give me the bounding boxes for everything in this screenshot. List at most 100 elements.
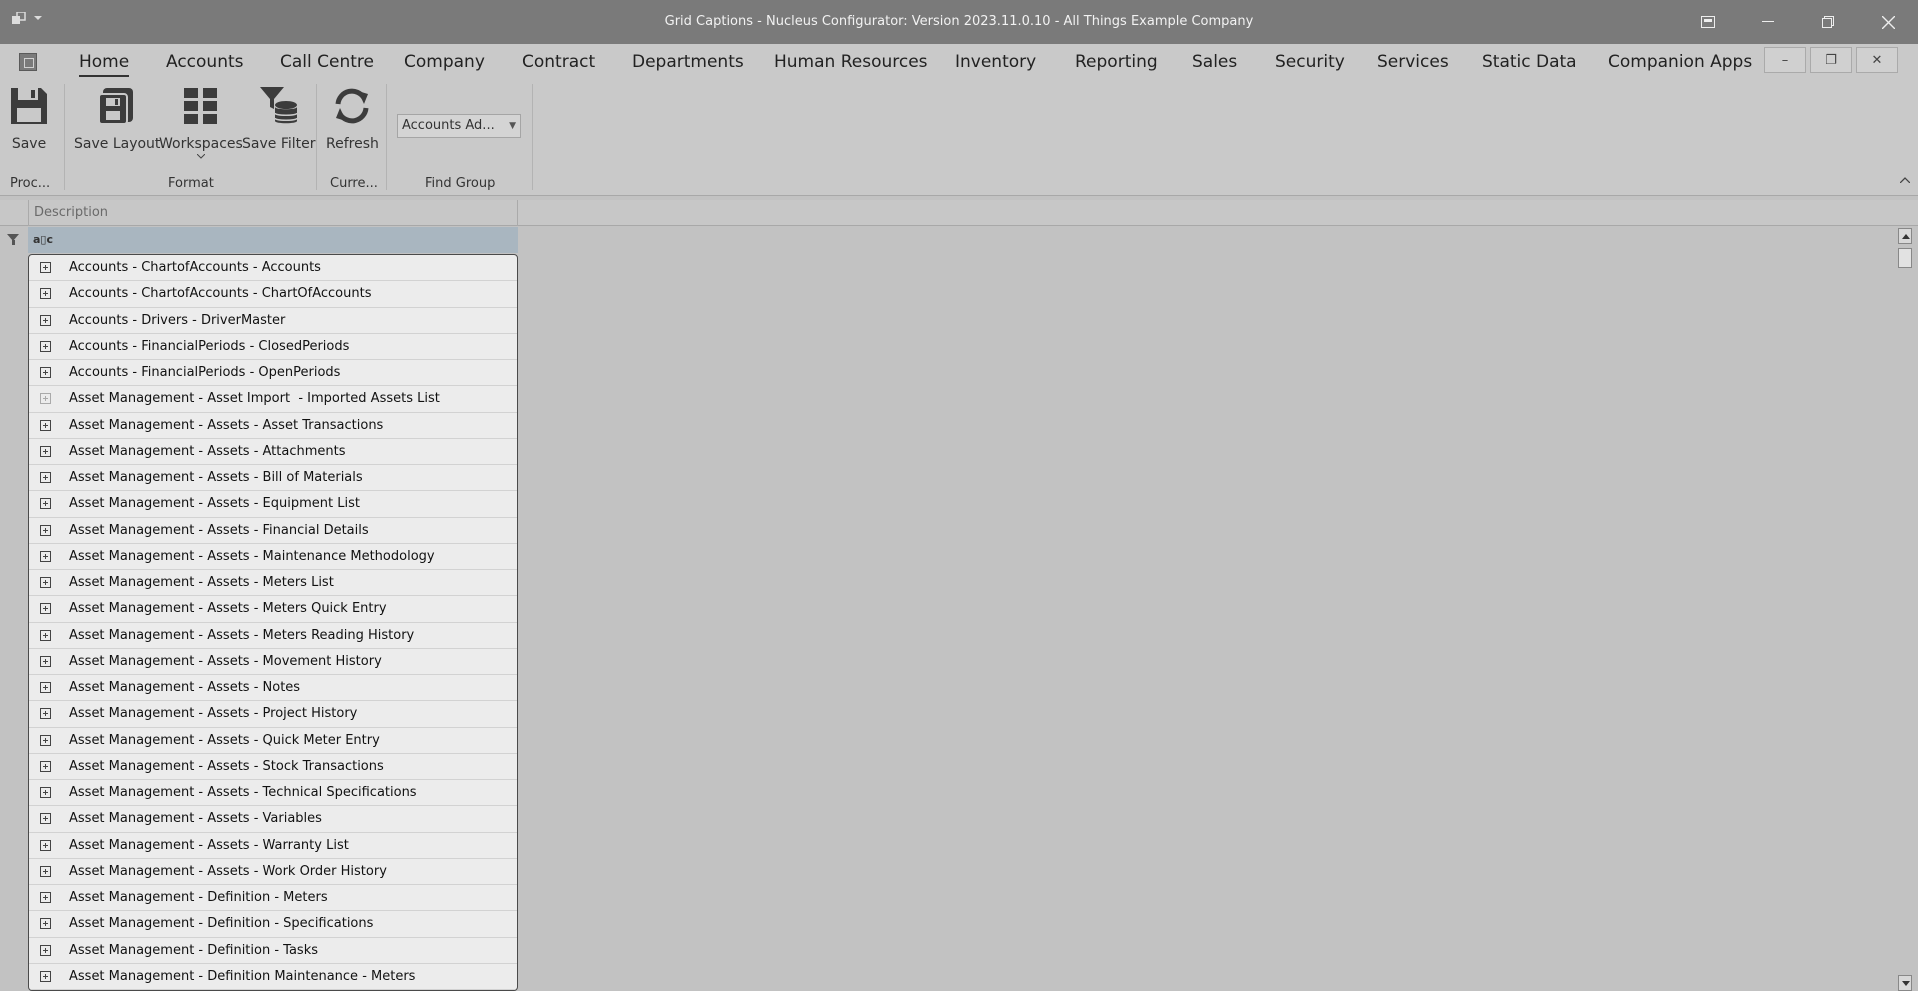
menu-call-centre[interactable]: Call Centre: [280, 44, 374, 80]
refresh-button[interactable]: Refresh: [326, 84, 379, 152]
table-row[interactable]: Accounts - FinancialPeriods - ClosedPeri…: [29, 334, 517, 360]
filter-cell[interactable]: a▯c: [28, 227, 518, 253]
restore-button[interactable]: [1798, 0, 1858, 44]
row-description: Asset Management - Assets - Attachments: [69, 443, 346, 459]
collapse-ribbon-icon[interactable]: [1899, 172, 1911, 187]
table-row[interactable]: Asset Management - Assets - Maintenance …: [29, 544, 517, 570]
ribbon-display-button[interactable]: [1678, 0, 1738, 44]
close-button[interactable]: [1858, 0, 1918, 44]
table-row[interactable]: Asset Management - Assets - Work Order H…: [29, 859, 517, 885]
table-row[interactable]: Asset Management - Assets - Warranty Lis…: [29, 833, 517, 859]
table-row[interactable]: Asset Management - Assets - Technical Sp…: [29, 780, 517, 807]
filter-icon[interactable]: [7, 234, 19, 245]
expand-icon[interactable]: [40, 682, 51, 694]
minimize-button[interactable]: [1738, 0, 1798, 44]
table-row[interactable]: Asset Management - Assets - Movement His…: [29, 649, 517, 675]
expand-icon[interactable]: [40, 970, 51, 982]
expand-icon[interactable]: [40, 393, 51, 405]
menu-contract[interactable]: Contract: [522, 44, 595, 80]
expand-icon[interactable]: [40, 340, 51, 352]
expand-icon[interactable]: [40, 787, 51, 799]
table-row[interactable]: Accounts - Drivers - DriverMaster: [29, 308, 517, 334]
menu-human-resources[interactable]: Human Resources: [774, 44, 928, 80]
table-row[interactable]: Asset Management - Assets - Meters Readi…: [29, 623, 517, 649]
find-group-combo[interactable]: Accounts Ad... ▼: [397, 114, 521, 138]
table-row[interactable]: Asset Management - Assets - Variables: [29, 806, 517, 833]
row-description: Asset Management - Assets - Quick Meter …: [69, 732, 380, 748]
menu-reporting[interactable]: Reporting: [1075, 44, 1158, 80]
restore-icon: [1822, 16, 1834, 28]
scroll-down-button[interactable]: [1898, 975, 1912, 991]
table-row[interactable]: Asset Management - Asset Import - Import…: [29, 386, 517, 413]
app-menu-icon[interactable]: [19, 53, 37, 71]
save-filter-label: Save Filter: [242, 136, 316, 152]
expand-icon[interactable]: [40, 734, 51, 746]
menu-services[interactable]: Services: [1377, 44, 1449, 80]
save-filter-button[interactable]: Save Filter: [242, 84, 316, 152]
column-header-description[interactable]: Description: [28, 200, 518, 226]
expand-icon[interactable]: [40, 288, 51, 300]
table-row[interactable]: Asset Management - Assets - Equipment Li…: [29, 491, 517, 518]
menu-company[interactable]: Company: [404, 44, 485, 80]
chevron-down-icon[interactable]: ▼: [509, 115, 516, 137]
table-row[interactable]: Asset Management - Assets - Meters List: [29, 570, 517, 597]
expand-icon[interactable]: [40, 629, 51, 641]
menu-companion-apps[interactable]: Companion Apps: [1608, 44, 1752, 80]
row-description: Asset Management - Assets - Asset Transa…: [69, 417, 384, 433]
menu-home[interactable]: Home: [79, 44, 130, 80]
workspaces-button[interactable]: Workspaces: [159, 84, 243, 159]
menu-security[interactable]: Security: [1275, 44, 1345, 80]
menu-accounts[interactable]: Accounts: [166, 44, 244, 80]
table-row[interactable]: Asset Management - Assets - Quick Meter …: [29, 728, 517, 754]
mdi-minimize-button[interactable]: –: [1764, 47, 1806, 73]
table-row[interactable]: Asset Management - Definition Maintenanc…: [29, 964, 517, 990]
expand-icon[interactable]: [40, 813, 51, 825]
expand-icon[interactable]: [40, 419, 51, 431]
table-row[interactable]: Asset Management - Assets - Bill of Mate…: [29, 465, 517, 492]
row-description: Asset Management - Assets - Meters Quick…: [69, 601, 387, 617]
table-row[interactable]: Accounts - FinancialPeriods - OpenPeriod…: [29, 360, 517, 387]
save-layout-button[interactable]: Save Layout: [74, 84, 160, 152]
menu-sales[interactable]: Sales: [1192, 44, 1237, 80]
expand-icon[interactable]: [40, 314, 51, 326]
table-row[interactable]: Asset Management - Definition - Specific…: [29, 911, 517, 938]
expand-icon[interactable]: [40, 760, 51, 772]
menu-departments[interactable]: Departments: [632, 44, 744, 80]
table-row[interactable]: Accounts - ChartofAccounts - ChartOfAcco…: [29, 281, 517, 308]
expand-icon[interactable]: [40, 472, 51, 484]
table-row[interactable]: Asset Management - Assets - Notes: [29, 675, 517, 702]
vertical-scrollbar[interactable]: [1896, 228, 1914, 991]
table-row[interactable]: Asset Management - Assets - Meters Quick…: [29, 596, 517, 623]
table-row[interactable]: Asset Management - Definition - Tasks: [29, 938, 517, 964]
expand-icon[interactable]: [40, 524, 51, 536]
table-row[interactable]: Asset Management - Assets - Asset Transa…: [29, 413, 517, 439]
table-row[interactable]: Accounts - ChartofAccounts - Accounts: [29, 255, 517, 282]
table-row[interactable]: Asset Management - Assets - Stock Transa…: [29, 754, 517, 780]
expand-icon[interactable]: [40, 445, 51, 457]
table-row[interactable]: Asset Management - Assets - Project Hist…: [29, 701, 517, 728]
expand-icon[interactable]: [40, 655, 51, 667]
expand-icon[interactable]: [40, 367, 51, 379]
expand-icon[interactable]: [40, 498, 51, 510]
mdi-close-button[interactable]: ✕: [1856, 47, 1898, 73]
scroll-thumb[interactable]: [1898, 248, 1912, 268]
table-row[interactable]: Asset Management - Assets - Attachments: [29, 439, 517, 465]
mdi-restore-button[interactable]: ❐: [1810, 47, 1852, 73]
expand-icon[interactable]: [40, 577, 51, 589]
expand-icon[interactable]: [40, 708, 51, 720]
table-row[interactable]: Asset Management - Assets - Financial De…: [29, 518, 517, 544]
row-description: Asset Management - Assets - Financial De…: [69, 522, 369, 538]
expand-icon[interactable]: [40, 839, 51, 851]
save-button[interactable]: Save: [8, 84, 50, 152]
table-row[interactable]: Asset Management - Definition - Meters: [29, 885, 517, 912]
expand-icon[interactable]: [40, 550, 51, 562]
expand-icon[interactable]: [40, 892, 51, 904]
menu-inventory[interactable]: Inventory: [955, 44, 1036, 80]
expand-icon[interactable]: [40, 865, 51, 877]
expand-icon[interactable]: [40, 918, 51, 930]
expand-icon[interactable]: [40, 944, 51, 956]
expand-icon[interactable]: [40, 603, 51, 615]
expand-icon[interactable]: [40, 262, 51, 274]
scroll-up-button[interactable]: [1898, 228, 1912, 244]
menu-static-data[interactable]: Static Data: [1482, 44, 1577, 80]
